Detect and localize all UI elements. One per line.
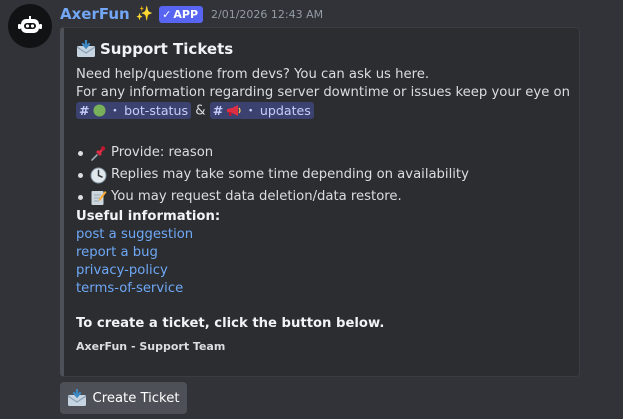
sparkle-icon: ✨ [135,6,154,22]
channel-mention-updates[interactable]: # ・ updates [209,102,314,119]
timestamp[interactable]: 2/01/2026 12:43 AM [211,8,323,21]
create-ticket-label: Create Ticket [92,390,180,406]
cta-text: To create a ticket, click the button bel… [76,316,385,331]
create-ticket-button[interactable]: Create Ticket [60,382,187,414]
bullet-text: Provide: reason [111,145,214,160]
link-report-bug[interactable]: report a bug [76,244,569,262]
bullet-list: Provide: reason Replies may take some ti… [76,142,569,208]
message-header: AxerFun ✨ ✓ APP 2/01/2026 12:43 AM [60,4,323,24]
embed-title-text: Support Tickets [100,40,234,58]
list-item: Replies may take some time depending on … [78,164,569,186]
author-name[interactable]: AxerFun [60,5,130,23]
green-circle-icon [93,104,106,117]
envelope-arrow-icon [76,40,96,57]
channel-mentions: # ・ bot-status & # ・ updates [76,102,569,120]
memo-icon [91,190,107,205]
avatar[interactable] [8,4,52,48]
list-item: Provide: reason [78,142,569,164]
channel-name: bot-status [124,102,189,118]
list-item: You may request data deletion/data resto… [78,186,569,208]
channel-separator: ・ [244,102,257,118]
hash-icon: # [79,102,90,118]
bullet-text: You may request data deletion/data resto… [111,189,402,204]
description-line-2: For any information regarding server dow… [76,85,570,100]
checkmark-icon: ✓ [162,7,172,21]
embed-card: Support Tickets Need help/questione from… [60,27,580,377]
megaphone-icon [227,105,241,116]
embed-footer: AxerFun - Support Team [76,340,226,353]
description-line-1: Need help/questione from devs? You can a… [76,67,430,82]
bullet-text: Replies may take some time depending on … [111,167,469,182]
channel-separator: ・ [108,102,122,118]
pushpin-icon [91,145,106,161]
link-privacy-policy[interactable]: privacy-policy [76,262,569,280]
robot-icon [18,16,42,33]
envelope-arrow-icon [68,389,87,406]
app-badge-label: APP [173,7,199,21]
link-terms-of-service[interactable]: terms-of-service [76,280,569,298]
app-badge: ✓ APP [159,5,204,23]
link-post-suggestion[interactable]: post a suggestion [76,226,569,244]
channel-name: updates [259,102,311,118]
useful-info-heading: Useful information: [76,209,221,224]
embed-title: Support Tickets [76,38,569,60]
clock-icon [90,167,107,183]
hash-icon: # [212,102,224,118]
channel-mention-bot-status[interactable]: # ・ bot-status [76,102,192,119]
channel-joiner: & [195,103,206,119]
